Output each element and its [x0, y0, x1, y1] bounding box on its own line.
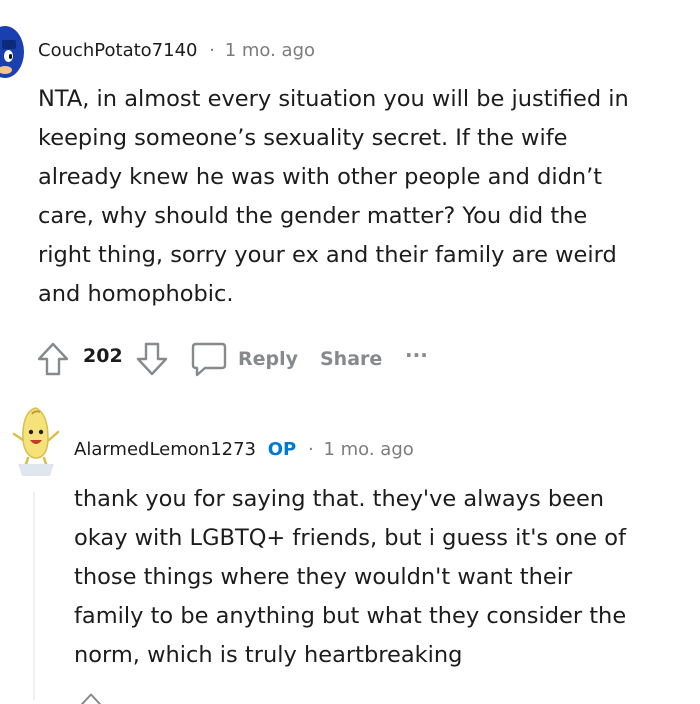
reply-timestamp[interactable]: 1 mo. ago: [323, 439, 413, 460]
avatar-pupil: [9, 54, 12, 59]
thread-line[interactable]: [33, 492, 35, 700]
reply-line: okay with LGBTQ+ friends, but i guess it…: [74, 525, 626, 551]
comment-username[interactable]: CouchPotato7140: [38, 40, 198, 61]
reply-upvote-button[interactable]: [76, 692, 106, 704]
meta-separator: ·: [307, 439, 314, 460]
user-avatar[interactable]: [0, 26, 24, 78]
reply-meta: AlarmedLemon1273 OP · 1 mo. ago: [74, 439, 414, 460]
comment-body: NTA, in almost every situation you will …: [38, 80, 698, 314]
more-options-button[interactable]: ···: [405, 343, 428, 367]
upvote-button[interactable]: [36, 341, 70, 377]
avatar-spike: [2, 40, 16, 49]
comment-line: keeping someone’s sexuality secret. If t…: [38, 125, 568, 151]
speech-bubble-icon: [191, 342, 227, 377]
reply-body: thank you for saying that. they've alway…: [74, 480, 694, 675]
reply-line: thank you for saying that. they've alway…: [74, 486, 605, 512]
vote-score: 202: [83, 345, 123, 367]
comment-line: care, why should the gender matter? You …: [38, 203, 588, 229]
share-button[interactable]: Share: [320, 348, 382, 370]
reply-line: those things where they wouldn't want th…: [74, 564, 573, 590]
upvote-arrow-icon: [80, 693, 102, 704]
op-badge: OP: [267, 439, 297, 460]
comment-timestamp[interactable]: 1 mo. ago: [225, 40, 315, 61]
reply-label: Reply: [238, 348, 299, 370]
banana-avatar-icon: [12, 407, 60, 476]
comment-line: NTA, in almost every situation you will …: [38, 86, 629, 112]
reply-button[interactable]: Reply: [190, 340, 310, 378]
meta-separator: ·: [209, 40, 215, 61]
downvote-button[interactable]: [135, 341, 169, 377]
avatar-muzzle: [0, 66, 12, 74]
upvote-arrow-icon: [37, 342, 69, 376]
reply-avatar[interactable]: [8, 406, 64, 478]
comment-line: and homophobic.: [38, 281, 234, 307]
reply-line: family to be anything but what they cons…: [74, 603, 627, 629]
comment-line: already knew he was with other people an…: [38, 164, 603, 190]
reply-username[interactable]: AlarmedLemon1273: [74, 439, 256, 460]
reply-line: norm, which is truly heartbreaking: [74, 642, 463, 668]
comment-meta: CouchPotato7140 · 1 mo. ago: [38, 40, 315, 61]
comment-line: right thing, sorry your ex and their fam…: [38, 242, 617, 268]
downvote-arrow-icon: [136, 342, 168, 376]
